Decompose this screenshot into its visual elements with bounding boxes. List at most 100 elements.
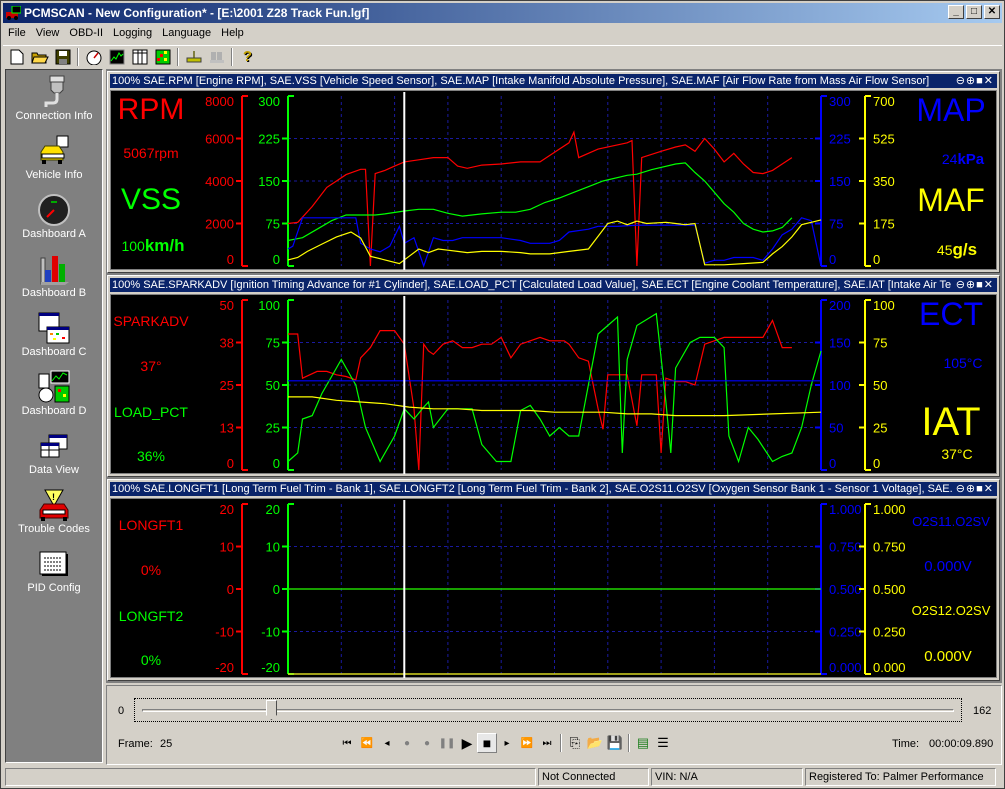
- panel-title[interactable]: 100% SAE.LONGFT1 [Long Term Fuel Trim - …: [110, 482, 997, 496]
- axis-tick-label: -20: [261, 660, 280, 675]
- maximize-button[interactable]: □: [966, 5, 982, 19]
- export-excel-button[interactable]: ▤: [633, 733, 653, 753]
- stop-button[interactable]: ■: [477, 733, 497, 753]
- chart-panel-fuel-trim[interactable]: 100% SAE.LONGFT1 [Long Term Fuel Trim - …: [107, 479, 1000, 681]
- connect-button[interactable]: [182, 47, 205, 67]
- open-log-button[interactable]: 📂: [585, 733, 605, 753]
- sidebar-item-data-view[interactable]: Data View: [6, 428, 102, 476]
- gauge-name: MAF: [917, 182, 985, 218]
- slider-track: [142, 709, 954, 712]
- grid-color-button[interactable]: [151, 47, 174, 67]
- menu-help[interactable]: Help: [216, 27, 249, 39]
- svg-text:!: !: [52, 492, 55, 502]
- last-frame-icon: ⏭: [542, 737, 552, 749]
- axis-tick-label: 100: [829, 378, 851, 393]
- menu-obd2[interactable]: OBD-II: [64, 27, 108, 39]
- axis-tick-label: 0.250: [829, 625, 862, 640]
- maximize-icon: □: [970, 6, 978, 17]
- open-log-icon: 📂: [586, 735, 604, 750]
- axis-tick-label: 150: [829, 174, 851, 189]
- play-button[interactable]: ▶: [457, 733, 477, 753]
- frame-label: Frame:: [118, 738, 153, 750]
- minimize-button[interactable]: _: [948, 5, 964, 19]
- sidebar-item-connection-info[interactable]: Connection Info: [6, 74, 102, 122]
- step-forward-button[interactable]: ▸: [497, 733, 517, 753]
- sidebar-item-dashboard-d[interactable]: Dashboard D: [6, 369, 102, 417]
- dashboard-button[interactable]: [82, 47, 105, 67]
- menu-language[interactable]: Language: [157, 27, 216, 39]
- toolbar-separator: [560, 734, 562, 752]
- sidebar-item-label: Dashboard B: [21, 287, 87, 299]
- close-button[interactable]: ✕: [984, 5, 1000, 19]
- axis-tick-label: 20: [220, 502, 234, 517]
- menu-view[interactable]: View: [31, 27, 65, 39]
- gauge-value-unit: rpm: [155, 145, 179, 161]
- playback-controls: ⏮ ⏪ ◂ ● ● ❚❚ ▶ ■ ▸ ⏩ ⏭ ⎘ 📂 💾 ▤ ☰: [337, 733, 673, 753]
- panel-window-controls[interactable]: ⊖⊕■✕: [951, 74, 994, 88]
- new-button[interactable]: [5, 47, 28, 67]
- stop-icon: ■: [482, 735, 492, 751]
- axis-tick-label: 50: [266, 378, 280, 393]
- fast-forward-button[interactable]: ⏩: [517, 733, 537, 753]
- save-log-button[interactable]: 💾: [605, 733, 625, 753]
- axis-tick-label: 350: [873, 174, 895, 189]
- axis-tick-label: 1.000: [829, 502, 862, 517]
- rewind-button[interactable]: ⏪: [357, 733, 377, 753]
- axis-tick-label: 0: [273, 456, 280, 471]
- pause-button[interactable]: ❚❚: [437, 733, 457, 753]
- menu-file[interactable]: File: [3, 27, 31, 39]
- slider-min-label: 0: [118, 705, 125, 717]
- gauge-value: 100km/h: [121, 236, 184, 255]
- sidebar-item-trouble-codes[interactable]: ! Trouble Codes: [6, 487, 102, 535]
- slider-thumb[interactable]: [265, 700, 277, 720]
- panel-title[interactable]: 100% SAE.RPM [Engine RPM], SAE.VSS [Vehi…: [110, 74, 997, 88]
- sidebar-item-dashboard-b[interactable]: Dashboard B: [6, 251, 102, 299]
- axis-tick-label: 50: [873, 378, 887, 393]
- grid-color-icon: [155, 49, 170, 64]
- save-button[interactable]: [51, 47, 74, 67]
- panel-window-controls[interactable]: ⊖⊕■✕: [951, 482, 994, 496]
- record-alt-button[interactable]: ●: [417, 733, 437, 753]
- open-button[interactable]: [28, 47, 51, 67]
- sidebar-item-dashboard-a[interactable]: Dashboard A: [6, 192, 102, 240]
- data-table-icon: [40, 434, 68, 458]
- copy-icon: ⎘: [569, 735, 581, 750]
- chart-panel-ignition[interactable]: 100% SAE.SPARKADV [Ignition Timing Advan…: [107, 275, 1000, 477]
- graph-button[interactable]: [105, 47, 128, 67]
- step-back-icon: ◂: [384, 737, 390, 749]
- step-back-button[interactable]: ◂: [377, 733, 397, 753]
- toolbar-separator: [231, 47, 233, 66]
- table-grid-icon: [38, 312, 70, 344]
- sidebar-item-dashboard-c[interactable]: Dashboard C: [6, 310, 102, 358]
- warning-car-icon: !: [39, 489, 69, 521]
- properties-button[interactable]: ☰: [653, 733, 673, 753]
- frame-slider[interactable]: [134, 698, 962, 722]
- gauge-name: O2S11.O2SV: [912, 514, 990, 529]
- axis-tick-label: -20: [215, 660, 234, 675]
- gauge-value: 105°C: [943, 355, 982, 371]
- first-frame-button[interactable]: ⏮: [337, 733, 357, 753]
- record-button[interactable]: ●: [397, 733, 417, 753]
- gauge-value-number: 5067: [123, 145, 154, 161]
- gauge-name: RPM: [118, 93, 185, 126]
- axis-tick-label: 200: [829, 298, 851, 313]
- last-frame-button[interactable]: ⏭: [537, 733, 557, 753]
- panel-title[interactable]: 100% SAE.SPARKADV [Ignition Timing Advan…: [110, 278, 997, 292]
- chart-area: 0 13 25 38 50 0 25 50 75 100 0 50 100 150 200 0 25 50 75 10…: [110, 294, 997, 474]
- table-button[interactable]: [128, 47, 151, 67]
- menu-logging[interactable]: Logging: [108, 27, 157, 39]
- copy-button[interactable]: ⎘: [565, 733, 585, 753]
- mdi-workspace: 100% SAE.RPM [Engine RPM], SAE.VSS [Vehi…: [106, 69, 1002, 683]
- panel-window-controls[interactable]: ⊖⊕■✕: [951, 278, 994, 292]
- frame-value: 25: [160, 738, 173, 750]
- help-button[interactable]: ?: [236, 47, 259, 67]
- connector-icon: [44, 75, 65, 107]
- disconnect-button[interactable]: [205, 47, 228, 67]
- title-bar[interactable]: PCMSCAN - New Configuration* - [E:\2001 …: [3, 3, 1002, 23]
- sidebar-item-vehicle-info[interactable]: Vehicle Info: [6, 133, 102, 181]
- sidebar-item-pid-config[interactable]: PID Config: [6, 546, 102, 594]
- app-icon: [5, 5, 22, 20]
- chart-panel-engine[interactable]: 100% SAE.RPM [Engine RPM], SAE.VSS [Vehi…: [107, 71, 1000, 273]
- gauge-icon: [38, 194, 70, 226]
- gauge-value: 0%: [141, 652, 161, 668]
